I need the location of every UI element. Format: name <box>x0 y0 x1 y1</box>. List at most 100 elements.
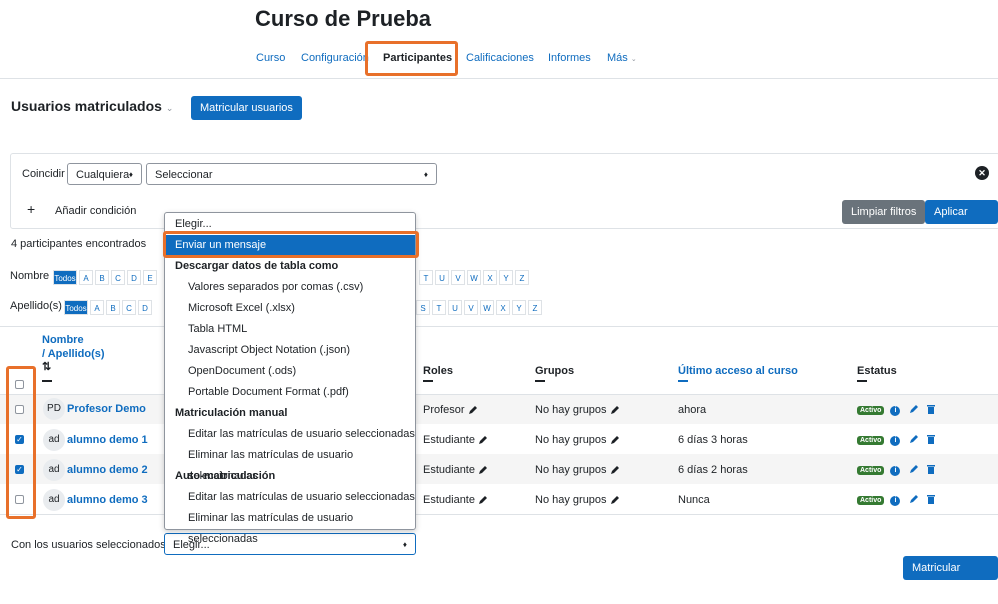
first-initial-letter[interactable]: A <box>79 270 93 285</box>
nav-mas[interactable]: Más ⌄ <box>607 52 637 64</box>
user-name-link[interactable]: alumno demo 1 <box>67 434 148 446</box>
last-initial-letter[interactable]: U <box>448 300 462 315</box>
user-groups[interactable]: No hay grupos <box>535 494 620 506</box>
enrolled-heading-text: Usuarios matriculados <box>11 98 162 114</box>
pencil-icon[interactable] <box>610 405 620 415</box>
first-initial-letter[interactable]: C <box>111 270 125 285</box>
nav-configuracion[interactable]: Configuración <box>301 52 369 64</box>
user-role[interactable]: Profesor <box>423 404 478 416</box>
info-icon[interactable]: i <box>890 436 901 446</box>
info-icon[interactable]: i <box>890 496 901 506</box>
menu-item-html[interactable]: Tabla HTML <box>165 319 415 340</box>
trash-icon[interactable] <box>926 434 936 445</box>
last-initial-letter[interactable]: T <box>432 300 446 315</box>
user-groups[interactable]: No hay grupos <box>535 404 620 416</box>
row-checkbox[interactable] <box>15 495 24 504</box>
last-initial-letter[interactable]: B <box>106 300 120 315</box>
table-row <box>0 484 998 514</box>
clear-filters-button[interactable]: Limpiar filtros <box>842 200 926 224</box>
trash-icon[interactable] <box>926 494 936 505</box>
row-checkbox[interactable] <box>15 405 24 414</box>
menu-item-json[interactable]: Javascript Object Notation (.json) <box>165 340 415 361</box>
row-checkbox[interactable]: ✓ <box>15 465 24 474</box>
first-initial-letter[interactable]: U <box>435 270 449 285</box>
last-initial-letter[interactable]: Y <box>512 300 526 315</box>
user-groups[interactable]: No hay grupos <box>535 434 620 446</box>
pencil-icon[interactable] <box>478 495 488 505</box>
nav-curso[interactable]: Curso <box>256 52 285 64</box>
last-initial-letter[interactable]: V <box>464 300 478 315</box>
trash-icon[interactable] <box>926 404 936 415</box>
menu-item-self-edit[interactable]: Editar las matrículas de usuario selecci… <box>165 487 415 508</box>
first-initial-all[interactable]: Todos <box>53 270 77 285</box>
match-select[interactable]: Cualquiera ♦ <box>67 163 142 185</box>
user-name-link[interactable]: Profesor Demo <box>67 403 146 415</box>
nav-informes[interactable]: Informes <box>548 52 591 64</box>
col-header-lastname[interactable]: / Apellido(s) <box>42 348 105 360</box>
pencil-icon[interactable] <box>610 465 620 475</box>
menu-item-pdf[interactable]: Portable Document Format (.pdf) <box>165 382 415 403</box>
enrol-users-button[interactable]: Matricular usuarios <box>191 96 302 120</box>
last-initial-letter[interactable]: W <box>480 300 494 315</box>
first-initial-letter[interactable]: B <box>95 270 109 285</box>
last-initial-letter[interactable]: D <box>138 300 152 315</box>
apply-filters-button[interactable]: Aplicar filtros <box>925 200 998 242</box>
status-badge: Activo <box>857 496 885 505</box>
first-initial-letter[interactable]: D <box>127 270 141 285</box>
last-initial-letter[interactable]: X <box>496 300 510 315</box>
user-role[interactable]: Estudiante <box>423 464 488 476</box>
user-role[interactable]: Estudiante <box>423 434 488 446</box>
user-groups[interactable]: No hay grupos <box>535 464 620 476</box>
row-checkbox[interactable]: ✓ <box>15 435 24 444</box>
nav-calificaciones[interactable]: Calificaciones <box>466 52 534 64</box>
first-initial-letter[interactable]: E <box>143 270 157 285</box>
menu-item-manual-delete[interactable]: Eliminar las matrículas de usuario selec… <box>165 445 415 482</box>
first-initial-letter[interactable]: Y <box>499 270 513 285</box>
user-name-link[interactable]: alumno demo 2 <box>67 464 148 476</box>
enrolled-heading[interactable]: Usuarios matriculados ⌄ <box>11 98 173 114</box>
col-header-name[interactable]: Nombre <box>42 334 84 346</box>
plus-icon[interactable]: + <box>27 202 35 216</box>
edit-enrolment-icon[interactable] <box>909 464 919 474</box>
menu-item-xlsx[interactable]: Microsoft Excel (.xlsx) <box>165 298 415 319</box>
pencil-icon[interactable] <box>478 435 488 445</box>
table-row <box>0 454 998 484</box>
nav-participantes[interactable]: Participantes <box>383 52 452 64</box>
pencil-icon[interactable] <box>610 435 620 445</box>
col-header-last-access[interactable]: Último acceso al curso <box>678 365 798 377</box>
sort-icon[interactable]: ⇅ <box>42 361 51 373</box>
menu-item-ods[interactable]: OpenDocument (.ods) <box>165 361 415 382</box>
edit-enrolment-icon[interactable] <box>909 404 919 414</box>
first-initial-letter[interactable]: X <box>483 270 497 285</box>
user-role[interactable]: Estudiante <box>423 494 488 506</box>
table-row <box>0 424 998 454</box>
status-badge: Activo <box>857 466 885 475</box>
last-initial-letter[interactable]: C <box>122 300 136 315</box>
user-name-link[interactable]: alumno demo 3 <box>67 494 148 506</box>
remove-filter-icon[interactable]: ✕ <box>975 166 989 180</box>
pencil-icon[interactable] <box>610 495 620 505</box>
pencil-icon[interactable] <box>478 465 488 475</box>
last-initial-all[interactable]: Todos <box>64 300 88 315</box>
first-initial-letter[interactable]: V <box>451 270 465 285</box>
last-initial-letter[interactable]: A <box>90 300 104 315</box>
info-icon[interactable]: i <box>890 466 901 476</box>
select-all-checkbox[interactable] <box>15 380 24 389</box>
edit-enrolment-icon[interactable] <box>909 434 919 444</box>
first-initial-letter[interactable]: Z <box>515 270 529 285</box>
first-initial-letter[interactable]: W <box>467 270 481 285</box>
add-condition-link[interactable]: Añadir condición <box>55 205 136 217</box>
trash-icon[interactable] <box>926 464 936 475</box>
menu-item-self-delete[interactable]: Eliminar las matrículas de usuario selec… <box>165 508 415 545</box>
last-initial-letter[interactable]: Z <box>528 300 542 315</box>
first-initial-letter[interactable]: T <box>419 270 433 285</box>
edit-enrolment-icon[interactable] <box>909 494 919 504</box>
enrol-users-button-bottom[interactable]: Matricular usuarios <box>903 556 998 598</box>
last-initial-letter[interactable]: S <box>416 300 430 315</box>
info-icon[interactable]: i <box>890 406 901 416</box>
menu-item-csv[interactable]: Valores separados por comas (.csv) <box>165 277 415 298</box>
menu-group-self: Auto-matriculación <box>175 470 276 482</box>
pencil-icon[interactable] <box>468 405 478 415</box>
filter-type-select[interactable]: Seleccionar ♦ <box>146 163 437 185</box>
menu-item-manual-edit[interactable]: Editar las matrículas de usuario selecci… <box>165 424 415 445</box>
